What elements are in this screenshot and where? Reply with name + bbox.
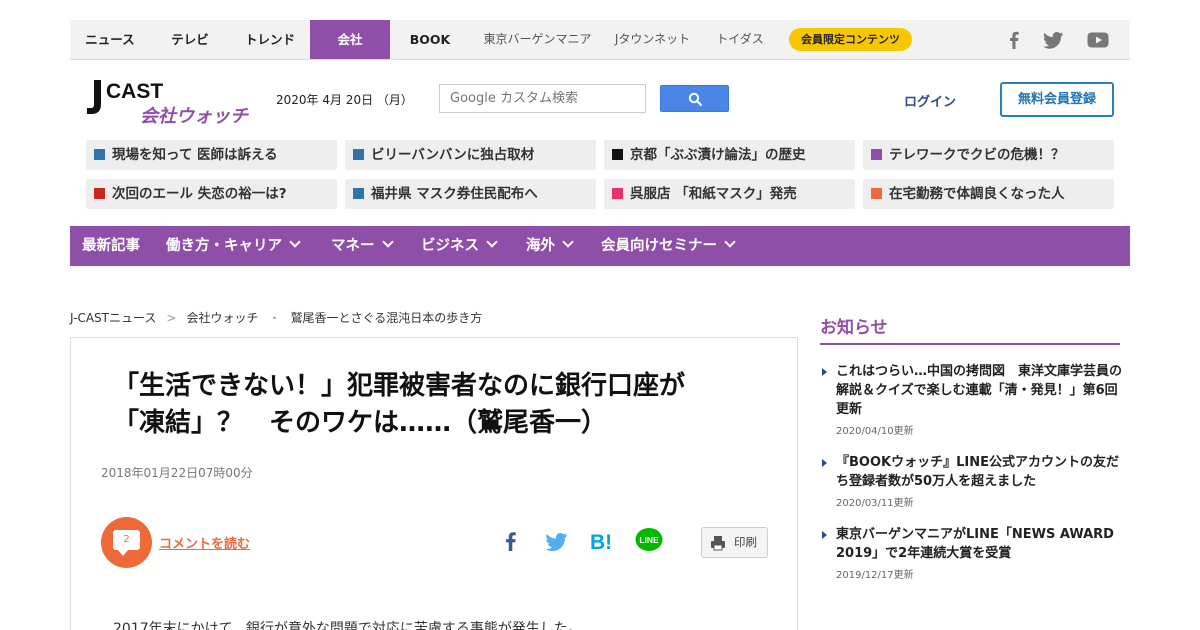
- nav-j-town-net[interactable]: Jタウンネット: [605, 20, 700, 59]
- triangle-bullet-icon: [822, 368, 827, 376]
- nav-book[interactable]: BOOK: [390, 20, 470, 59]
- read-comments-link[interactable]: コメントを読む: [159, 533, 250, 552]
- topic-link[interactable]: 福井県 マスク券住民配布へ: [345, 179, 596, 209]
- notice-date: 2020/03/11更新: [836, 498, 914, 509]
- breadcrumb-series[interactable]: 鷲尾香一とさぐる混沌日本の歩き方: [290, 311, 482, 325]
- topic-label: 京都「ぶぶ漬け論法」の歴史: [630, 147, 806, 163]
- breadcrumb-separator: ・: [268, 311, 281, 325]
- topic-marker: [94, 149, 105, 160]
- notice-text: 東京バーゲンマニアがLINE「NEWS AWARD 2019」で2年連続大賞を受…: [836, 527, 1114, 561]
- comment-bubble-tail: [118, 550, 128, 556]
- topic-label: 次回のエール 失恋の裕一は?: [112, 186, 287, 202]
- triangle-bullet-icon: [822, 459, 827, 467]
- notice-divider: [820, 343, 1120, 345]
- svg-text:LINE: LINE: [639, 535, 659, 545]
- nav-bargain-mania[interactable]: 東京バーゲンマニア: [475, 20, 600, 59]
- category-overseas[interactable]: 海外: [526, 226, 574, 266]
- chevron-down-icon: [562, 236, 574, 248]
- notice-item[interactable]: 『BOOKウォッチ』LINE公式アカウントの友だち登録者数が50万人を超えました…: [822, 453, 1122, 509]
- chevron-down-icon: [381, 236, 394, 248]
- print-icon: [711, 536, 725, 551]
- nav-trend[interactable]: トレンド: [230, 20, 310, 59]
- notice-date: 2020/04/10更新: [836, 426, 914, 437]
- article-card: 「生活できない！」犯罪被害者なのに銀行口座が 「凍結」？ そのワケは……（鷲尾香一…: [70, 337, 798, 630]
- nav-toidas[interactable]: トイダス: [708, 20, 772, 59]
- print-button[interactable]: 印刷: [701, 527, 768, 558]
- member-content-badge[interactable]: 会員限定コンテンツ: [789, 28, 912, 51]
- topic-link[interactable]: テレワークでクビの危機！？: [863, 140, 1114, 170]
- topic-label: 現場を知って 医師は訴える: [112, 147, 278, 163]
- topic-marker: [612, 188, 623, 199]
- search-button[interactable]: [660, 85, 729, 112]
- nav-kaisha[interactable]: 会社: [310, 20, 390, 59]
- login-link[interactable]: ログイン: [904, 91, 956, 110]
- breadcrumb: J-CASTニュース > 会社ウォッチ・鷲尾香一とさぐる混沌日本の歩き方: [70, 309, 482, 326]
- category-career[interactable]: 働き方・キャリア: [166, 226, 301, 266]
- comment-count-button[interactable]: 2: [101, 517, 152, 568]
- topic-link[interactable]: ビリーバンバンに独占取材: [345, 140, 596, 170]
- svg-text:CAST: CAST: [106, 80, 163, 103]
- topic-label: ビリーバンバンに独占取材: [371, 147, 535, 163]
- search-icon: [688, 92, 703, 107]
- category-business[interactable]: ビジネス: [421, 226, 498, 266]
- topic-label: 呉服店 「和紙マスク」発売: [630, 186, 797, 202]
- article-published-date: 2018年01月22日07時00分: [101, 466, 253, 480]
- chevron-down-icon: [486, 236, 498, 248]
- breadcrumb-section[interactable]: 会社ウォッチ: [186, 311, 258, 325]
- topic-marker: [353, 149, 364, 160]
- hatena-bookmark-icon[interactable]: B!: [589, 528, 615, 554]
- facebook-icon[interactable]: [1002, 28, 1026, 52]
- topic-marker: [871, 149, 882, 160]
- twitter-share-icon[interactable]: [544, 528, 570, 554]
- notice-text: 『BOOKウォッチ』LINE公式アカウントの友だち登録者数が50万人を超えました: [836, 455, 1119, 489]
- chevron-down-icon: [724, 236, 736, 248]
- breadcrumb-separator: >: [166, 311, 177, 325]
- topic-label: 福井県 マスク券住民配布へ: [371, 186, 538, 202]
- twitter-icon[interactable]: [1041, 28, 1065, 52]
- notice-date: 2019/12/17更新: [836, 570, 914, 581]
- topic-link[interactable]: 京都「ぶぶ漬け論法」の歴史: [604, 140, 855, 170]
- svg-text:B!: B!: [590, 531, 612, 554]
- facebook-share-icon[interactable]: [498, 528, 524, 554]
- register-button[interactable]: 無料会員登録: [1000, 82, 1114, 117]
- notice-text: これはつらい…中国の拷問図 東洋文庫学芸員の解説＆クイズで楽しむ連載「清・発見！…: [836, 364, 1123, 417]
- topic-link[interactable]: 次回のエール 失恋の裕一は?: [86, 179, 337, 209]
- current-date: 2020年 4月 20日 （月）: [276, 93, 413, 107]
- topic-link[interactable]: 現場を知って 医師は訴える: [86, 140, 337, 170]
- comment-icon: 2: [113, 530, 140, 550]
- print-label: 印刷: [734, 535, 757, 549]
- topic-link[interactable]: 呉服店 「和紙マスク」発売: [604, 179, 855, 209]
- topic-link[interactable]: 在宅勤務で体調良くなった人: [863, 179, 1114, 209]
- notice-item[interactable]: これはつらい…中国の拷問図 東洋文庫学芸員の解説＆クイズで楽しむ連載「清・発見！…: [822, 362, 1122, 438]
- category-bar: 最新記事 働き方・キャリア マネー ビジネス 海外 会員向けセミナー: [70, 226, 1130, 266]
- svg-text:会社ウォッチ: 会社ウォッチ: [140, 106, 249, 124]
- topic-marker: [612, 149, 623, 160]
- article-title: 「生活できない！」犯罪被害者なのに銀行口座が 「凍結」？ そのワケは……（鷲尾香一…: [113, 371, 686, 438]
- comment-count: 2: [123, 534, 130, 545]
- triangle-bullet-icon: [822, 531, 827, 539]
- nav-tv[interactable]: テレビ: [150, 20, 230, 59]
- line-share-icon[interactable]: LINE: [634, 526, 664, 556]
- category-money[interactable]: マネー: [331, 226, 394, 266]
- topic-marker: [94, 188, 105, 199]
- topic-marker: [871, 188, 882, 199]
- youtube-icon[interactable]: [1086, 28, 1110, 52]
- topic-label: テレワークでクビの危機！？: [889, 147, 1065, 163]
- category-latest[interactable]: 最新記事: [82, 226, 140, 266]
- notice-item[interactable]: 東京バーゲンマニアがLINE「NEWS AWARD 2019」で2年連続大賞を受…: [822, 525, 1122, 581]
- nav-news[interactable]: ニュース: [70, 20, 150, 59]
- chevron-down-icon: [289, 236, 301, 248]
- jcast-kaisha-watch-logo[interactable]: CAST 会社ウォッチ: [86, 76, 256, 124]
- category-member-seminar[interactable]: 会員向けセミナー: [601, 226, 736, 266]
- breadcrumb-home[interactable]: J-CASTニュース: [70, 311, 156, 325]
- topic-marker: [353, 188, 364, 199]
- article-body: 2017年末にかけて、銀行が意外な問題で対応に苦慮する事態が発生した。: [113, 621, 582, 630]
- notice-heading: お知らせ: [820, 318, 888, 338]
- topic-label: 在宅勤務で体調良くなった人: [889, 186, 1065, 202]
- top-nav: ニュース テレビ トレンド 会社 BOOK 東京バーゲンマニア Jタウンネット …: [70, 20, 1130, 60]
- search-input[interactable]: [439, 84, 646, 113]
